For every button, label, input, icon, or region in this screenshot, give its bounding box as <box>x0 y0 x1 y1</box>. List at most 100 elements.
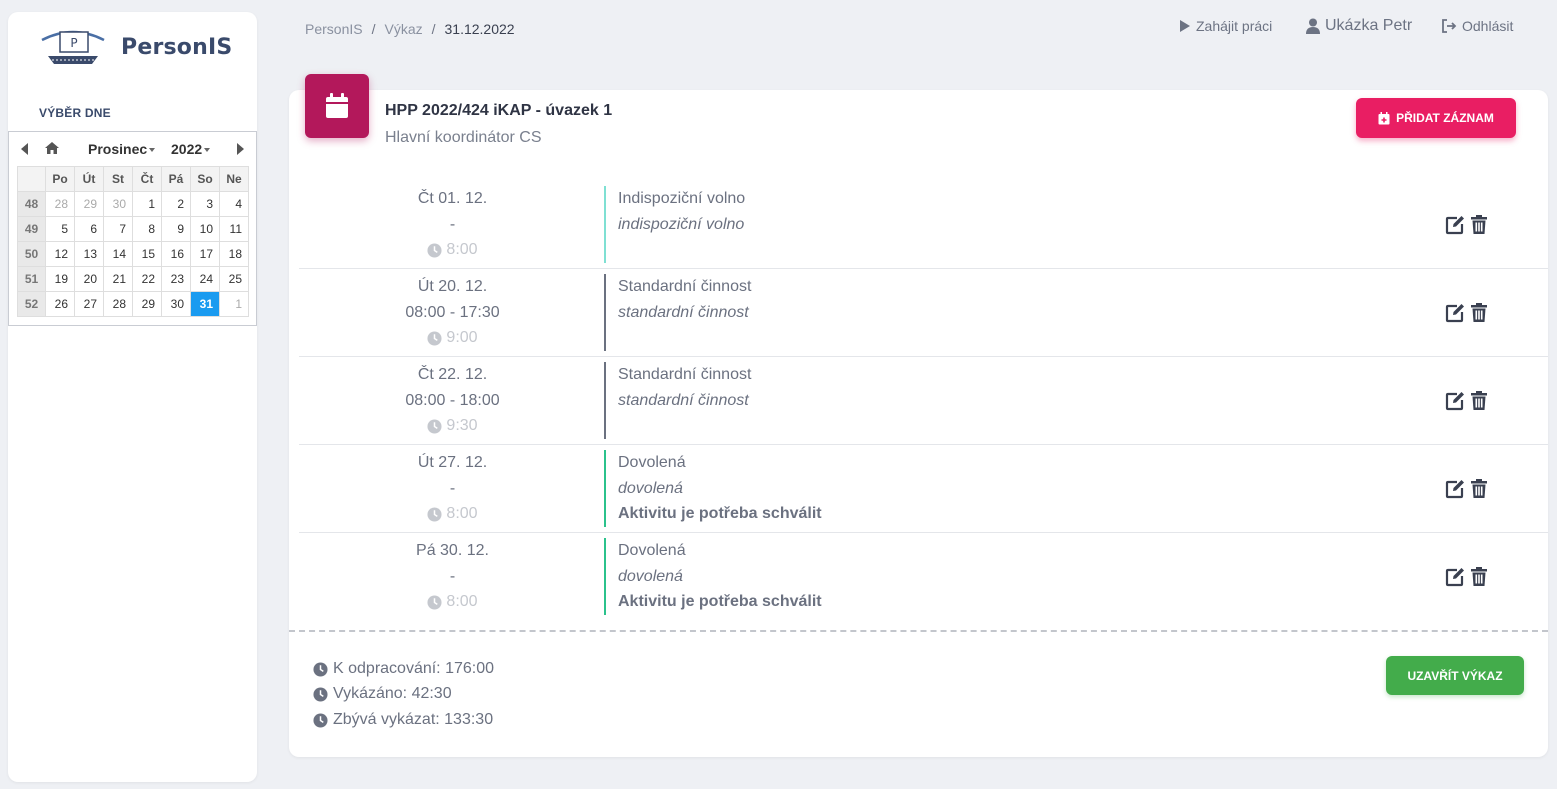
edit-icon[interactable] <box>1444 566 1466 588</box>
logout-link[interactable]: Odhlásit <box>1441 18 1513 34</box>
delete-icon[interactable] <box>1468 214 1490 236</box>
stat-remaining-text: Zbývá vykázat: 133:30 <box>333 711 494 728</box>
weekday-label: Út <box>74 166 104 192</box>
breadcrumb-link-home[interactable]: PersonIS <box>305 21 363 37</box>
calendar-day[interactable]: 15 <box>132 241 162 267</box>
calendar-day[interactable]: 1 <box>219 291 249 317</box>
logout-icon <box>1442 19 1457 33</box>
calendar-day[interactable]: 22 <box>132 266 162 292</box>
clock-icon <box>427 242 442 258</box>
calendar-day[interactable]: 14 <box>103 241 133 267</box>
home-icon[interactable] <box>44 141 60 155</box>
calendar-day[interactable]: 10 <box>190 216 220 242</box>
calendar-day[interactable]: 2 <box>161 191 191 217</box>
sidebar: P PersonIS VÝBĚR DNE Prosinec 2022 Po Út… <box>8 12 257 782</box>
calendar-day[interactable]: 12 <box>45 241 75 267</box>
entry-approval-note: Aktivitu je potřeba schválit <box>618 593 822 610</box>
calendar-day[interactable]: 11 <box>219 216 249 242</box>
weekday-label: Ne <box>219 166 249 192</box>
calendar-day[interactable]: 29 <box>74 191 104 217</box>
calendar-day[interactable]: 18 <box>219 241 249 267</box>
calendar-day[interactable]: 26 <box>45 291 75 317</box>
day-picker-heading: VÝBĚR DNE <box>39 106 111 120</box>
calendar-day[interactable]: 13 <box>74 241 104 267</box>
calendar-day[interactable]: 16 <box>161 241 191 267</box>
clock-icon <box>313 686 328 702</box>
entry-description: dovolená <box>618 568 683 585</box>
calendar-day[interactable]: 23 <box>161 266 191 292</box>
edit-icon[interactable] <box>1444 478 1466 500</box>
calendar-grid: Po Út St Čt Pá So Ne 4 8 28 29 30 1 2 3 4… <box>17 166 249 317</box>
edit-icon[interactable] <box>1444 390 1466 412</box>
entry-time-range: 08:00 - 17:30 <box>405 304 500 321</box>
entry-approval-note: Aktivitu je potřeba schválit <box>618 505 822 522</box>
month-label: Prosinec <box>88 141 148 157</box>
weekday-label: Po <box>45 166 75 192</box>
entry-row: Út 20. 12. 08:00 - 17:30 9:00 Standardní či… <box>299 269 1548 357</box>
entry-activity-type: Standardní činnost <box>618 366 752 383</box>
stat-reported-text: Vykázáno: 42:30 <box>333 685 452 702</box>
entry-status-bar <box>604 186 606 263</box>
calendar-day[interactable]: 30 <box>161 291 191 317</box>
next-month-icon[interactable] <box>237 143 244 155</box>
delete-icon[interactable] <box>1468 566 1490 588</box>
year-select[interactable]: 2022 <box>171 141 211 157</box>
calendar-day[interactable]: 24 <box>190 266 220 292</box>
entry-time-range: - <box>449 480 456 497</box>
close-report-button[interactable]: UZAVŘÍT VÝKAZ <box>1386 656 1524 695</box>
delete-icon[interactable] <box>1468 302 1490 324</box>
calendar-day[interactable]: 7 <box>103 216 133 242</box>
entry-description: standardní činnost <box>618 304 749 321</box>
calendar-day[interactable]: 1 <box>132 191 162 217</box>
start-work-label: Zahájit práci <box>1196 18 1273 34</box>
calendar-day[interactable]: 19 <box>45 266 75 292</box>
clock-icon <box>427 330 442 346</box>
add-record-button[interactable]: PŘIDAT ZÁZNAM <box>1356 98 1516 138</box>
calendar-day[interactable]: 30 <box>103 191 133 217</box>
calendar-header: Prosinec 2022 <box>9 132 256 166</box>
delete-icon[interactable] <box>1468 478 1490 500</box>
week-number: 50 <box>17 241 46 267</box>
edit-icon[interactable] <box>1444 214 1466 236</box>
calendar-day[interactable]: 21 <box>103 266 133 292</box>
calendar-day[interactable]: 9 <box>161 216 191 242</box>
entry-hours-value: 8:00 <box>446 593 478 610</box>
edit-icon[interactable] <box>1444 302 1466 324</box>
app-logo[interactable]: P PersonIS <box>38 26 232 68</box>
breadcrumb-link-report[interactable]: Výkaz <box>384 21 422 37</box>
calendar-day[interactable]: 28 <box>103 291 133 317</box>
weekday-row: Po Út St Čt Pá So Ne <box>17 166 249 192</box>
week-number: 51 <box>17 266 46 292</box>
entry-date: Čt 22. 12. <box>417 366 488 383</box>
entry-activity-type: Dovolená <box>618 454 686 471</box>
entry-status-bar <box>604 274 606 351</box>
stat-reported: Vykázáno: 42:30 <box>313 685 452 703</box>
calendar-day[interactable]: 25 <box>219 266 249 292</box>
user-menu[interactable]: Ukázka Petr <box>1306 17 1412 35</box>
calendar-day[interactable]: 3 <box>190 191 220 217</box>
start-work-link[interactable]: Zahájit práci <box>1179 18 1272 34</box>
entry-description: indispoziční volno <box>618 216 745 233</box>
calendar-day[interactable]: 20 <box>74 266 104 292</box>
calendar-day[interactable]: 29 <box>132 291 162 317</box>
card-calendar-badge <box>305 74 369 138</box>
weekday-label: Pá <box>161 166 191 192</box>
week-number-header <box>17 166 46 192</box>
entry-hours: 8:00 <box>299 593 606 611</box>
calendar-day[interactable]: 27 <box>74 291 104 317</box>
calendar-day[interactable]: 6 <box>74 216 104 242</box>
month-select[interactable]: Prosinec <box>88 141 156 157</box>
calendar-day[interactable]: 17 <box>190 241 220 267</box>
calendar-day[interactable]: 5 <box>45 216 75 242</box>
entry-description: dovolená <box>618 480 683 497</box>
prev-month-icon[interactable] <box>21 143 28 155</box>
entry-date: Út 27. 12. <box>417 454 488 471</box>
calendar-day[interactable]: 4 <box>219 191 249 217</box>
calendar-day[interactable]: 28 <box>45 191 75 217</box>
calendar-day-selected[interactable]: 31 <box>190 291 220 317</box>
calendar-day[interactable]: 8 <box>132 216 162 242</box>
stat-to-work-text: K odpracování: 176:00 <box>333 660 495 677</box>
clock-icon <box>313 661 328 677</box>
entry-time-range: - <box>449 216 456 233</box>
delete-icon[interactable] <box>1468 390 1490 412</box>
